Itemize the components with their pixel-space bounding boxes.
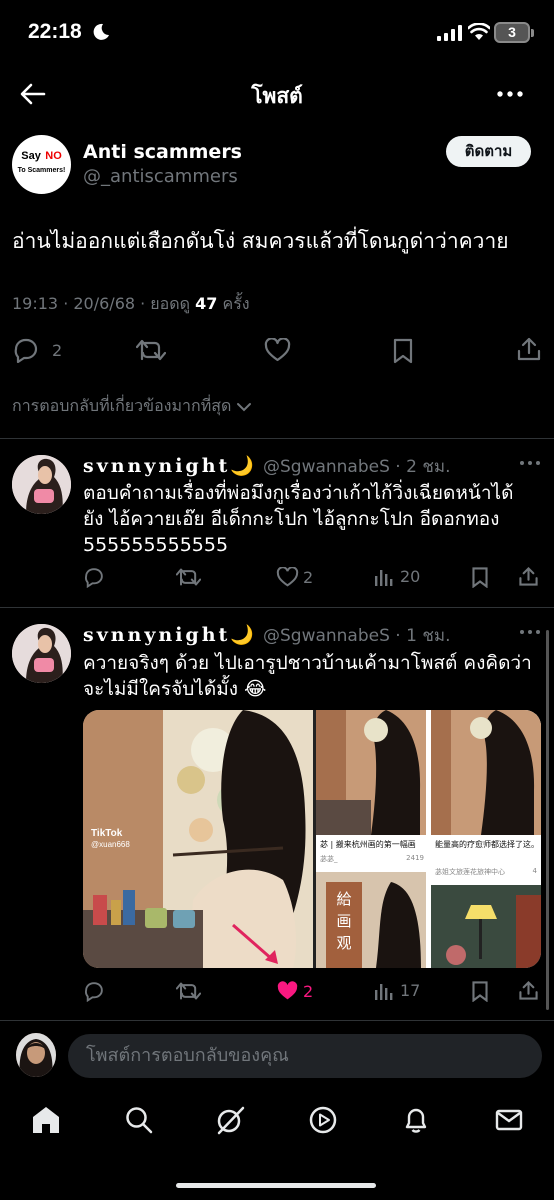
reply-more-icon[interactable] xyxy=(519,460,541,466)
battery-indicator: 3 xyxy=(494,22,530,43)
reply-like-action[interactable]: 2 xyxy=(276,981,313,1001)
profile-photo xyxy=(12,455,71,514)
profile-photo xyxy=(12,624,71,683)
reply-handle-time[interactable]: @SgwannabeS · 2 ชม. xyxy=(263,453,451,480)
card-2-user: 苾姐文旅莲花旅神中心 xyxy=(435,868,505,876)
divider xyxy=(0,1020,554,1021)
like-count: 2 xyxy=(303,567,314,587)
user-photo xyxy=(16,1033,56,1077)
card-1-footer: 苾苾_ 2419 xyxy=(320,854,424,864)
reply-icon xyxy=(14,338,38,363)
chevron-down-icon xyxy=(237,402,252,411)
scrollbar[interactable] xyxy=(546,630,549,1010)
card-image-2 xyxy=(431,710,541,835)
reply-text: ควายจริงๆ ด้วย ไปเอารูปชาวบ้านเค้ามาโพสต… xyxy=(83,652,532,700)
reply-views-action[interactable]: 17 xyxy=(374,981,420,1000)
follow-button[interactable]: ติดตาม xyxy=(446,136,531,167)
reply-author-name[interactable]: svnnynight🌙 xyxy=(83,454,257,477)
card-1-likes: 2419 xyxy=(406,854,424,862)
reply-avatar[interactable] xyxy=(12,455,71,514)
post-views-suffix: ครั้ง xyxy=(217,294,250,313)
wifi-icon xyxy=(468,23,490,40)
home-indicator[interactable] xyxy=(176,1183,376,1188)
card-2-likes: 4 xyxy=(532,867,537,875)
like-count: 2 xyxy=(303,981,314,1001)
reply-icon[interactable] xyxy=(83,980,105,1002)
page-title: โพสต์ xyxy=(251,84,303,108)
view-count: 20 xyxy=(400,567,421,586)
card-image-4 xyxy=(431,885,541,968)
reply-views-action[interactable]: 20 xyxy=(374,567,420,586)
card-image-1 xyxy=(316,710,426,835)
reply-avatar[interactable] xyxy=(12,624,71,683)
more-options-icon[interactable] xyxy=(497,84,523,104)
view-count: 17 xyxy=(400,981,421,1000)
like-icon xyxy=(276,567,299,587)
grok-icon[interactable] xyxy=(215,1105,245,1135)
reply-media-grid[interactable]: TikTok @xuan668 苾 | 搬来杭州画的第一幅画 苾苾_ 2419 … xyxy=(83,710,541,968)
replies-sort-dropdown[interactable]: การตอบกลับที่เกี่ยวข้องมากที่สุด xyxy=(12,394,252,419)
bookmark-icon[interactable] xyxy=(471,566,489,588)
share-icon[interactable] xyxy=(516,336,542,362)
author-handle[interactable]: @_antiscammers xyxy=(83,166,238,187)
tiktok-watermark: TikTok @xuan668 xyxy=(91,828,130,850)
share-icon[interactable] xyxy=(518,980,539,1001)
tiktok-label: TikTok xyxy=(91,828,123,839)
reply-header: svnnynight🌙 @SgwannabeS · 1 ชม. xyxy=(83,622,450,649)
bookmark-icon[interactable] xyxy=(471,980,489,1002)
reply-input[interactable]: โพสต์การตอบกลับของคุณ xyxy=(68,1034,542,1078)
share-icon[interactable] xyxy=(518,566,539,587)
card-2-title: 能量高的疗愈师都选择了这。 xyxy=(435,840,539,849)
like-icon[interactable] xyxy=(264,338,291,362)
reply-text: ตอบคำถามเรื่องที่พ่อมึงกูเรื่องว่าเก้าไก… xyxy=(83,482,514,556)
card-image-3 xyxy=(316,872,426,968)
notifications-bell-icon[interactable] xyxy=(401,1105,431,1135)
video-play-icon[interactable] xyxy=(308,1105,338,1135)
card-2-footer: 苾姐文旅莲花旅神中心 4 xyxy=(435,867,537,877)
cellular-signal-icon xyxy=(437,25,462,41)
replies-sort-label: การตอบกลับที่เกี่ยวข้องมากที่สุด xyxy=(12,396,232,415)
analytics-icon xyxy=(375,983,393,1000)
media-image-screenshot[interactable]: 苾 | 搬来杭州画的第一幅画 苾苾_ 2419 能量高的疗愈师都选择了这。 苾姐… xyxy=(316,710,541,968)
home-icon[interactable] xyxy=(31,1105,61,1135)
author-avatar[interactable]: Say NO To Scammers! xyxy=(12,135,71,194)
bookmark-icon[interactable] xyxy=(392,337,414,364)
avatar-text-no: NO xyxy=(45,150,62,162)
divider xyxy=(0,607,554,608)
battery-cap xyxy=(531,29,534,37)
tiktok-user: @xuan668 xyxy=(91,840,130,849)
reply-handle-time[interactable]: @SgwannabeS · 1 ชม. xyxy=(263,622,451,649)
card-3-text: 給 画 观 xyxy=(336,890,352,952)
reply-count: 2 xyxy=(52,340,63,360)
card-1-user: 苾苾_ xyxy=(320,855,338,863)
repost-icon[interactable] xyxy=(176,567,201,587)
post-text: อ่านไม่ออกแต่เสือกดันโง่ สมควรแล้วที่โดน… xyxy=(12,229,509,253)
reply-header: svnnynight🌙 @SgwannabeS · 2 ชม. xyxy=(83,453,450,480)
avatar-text-say: Say xyxy=(21,150,41,162)
user-avatar[interactable] xyxy=(16,1033,56,1077)
liked-heart-icon xyxy=(277,981,298,1000)
post-metadata: 19:13 · 20/6/68 · ยอดดู 47 ครั้ง xyxy=(12,292,250,317)
reply-author-name[interactable]: svnnynight🌙 xyxy=(83,623,257,646)
post-timestamp: 19:13 · 20/6/68 · ยอดดู xyxy=(12,294,196,313)
reply-icon[interactable] xyxy=(83,566,105,588)
moon-icon xyxy=(93,23,109,40)
reply-action[interactable]: 2 xyxy=(12,337,62,363)
reply-more-icon[interactable] xyxy=(519,629,541,635)
divider xyxy=(0,438,554,439)
reply-like-action[interactable]: 2 xyxy=(276,567,313,587)
status-time: 22:18 xyxy=(28,20,82,43)
post-view-count: 47 xyxy=(195,294,218,313)
messages-envelope-icon[interactable] xyxy=(494,1105,524,1135)
card-1-title: 苾 | 搬来杭州画的第一幅画 xyxy=(320,840,416,849)
author-name[interactable]: Anti scammers xyxy=(83,141,242,163)
repost-icon[interactable] xyxy=(176,981,201,1001)
repost-icon[interactable] xyxy=(136,338,166,362)
search-icon[interactable] xyxy=(124,1105,154,1135)
analytics-icon xyxy=(375,569,393,586)
avatar-text-scammers: To Scammers! xyxy=(17,167,66,174)
